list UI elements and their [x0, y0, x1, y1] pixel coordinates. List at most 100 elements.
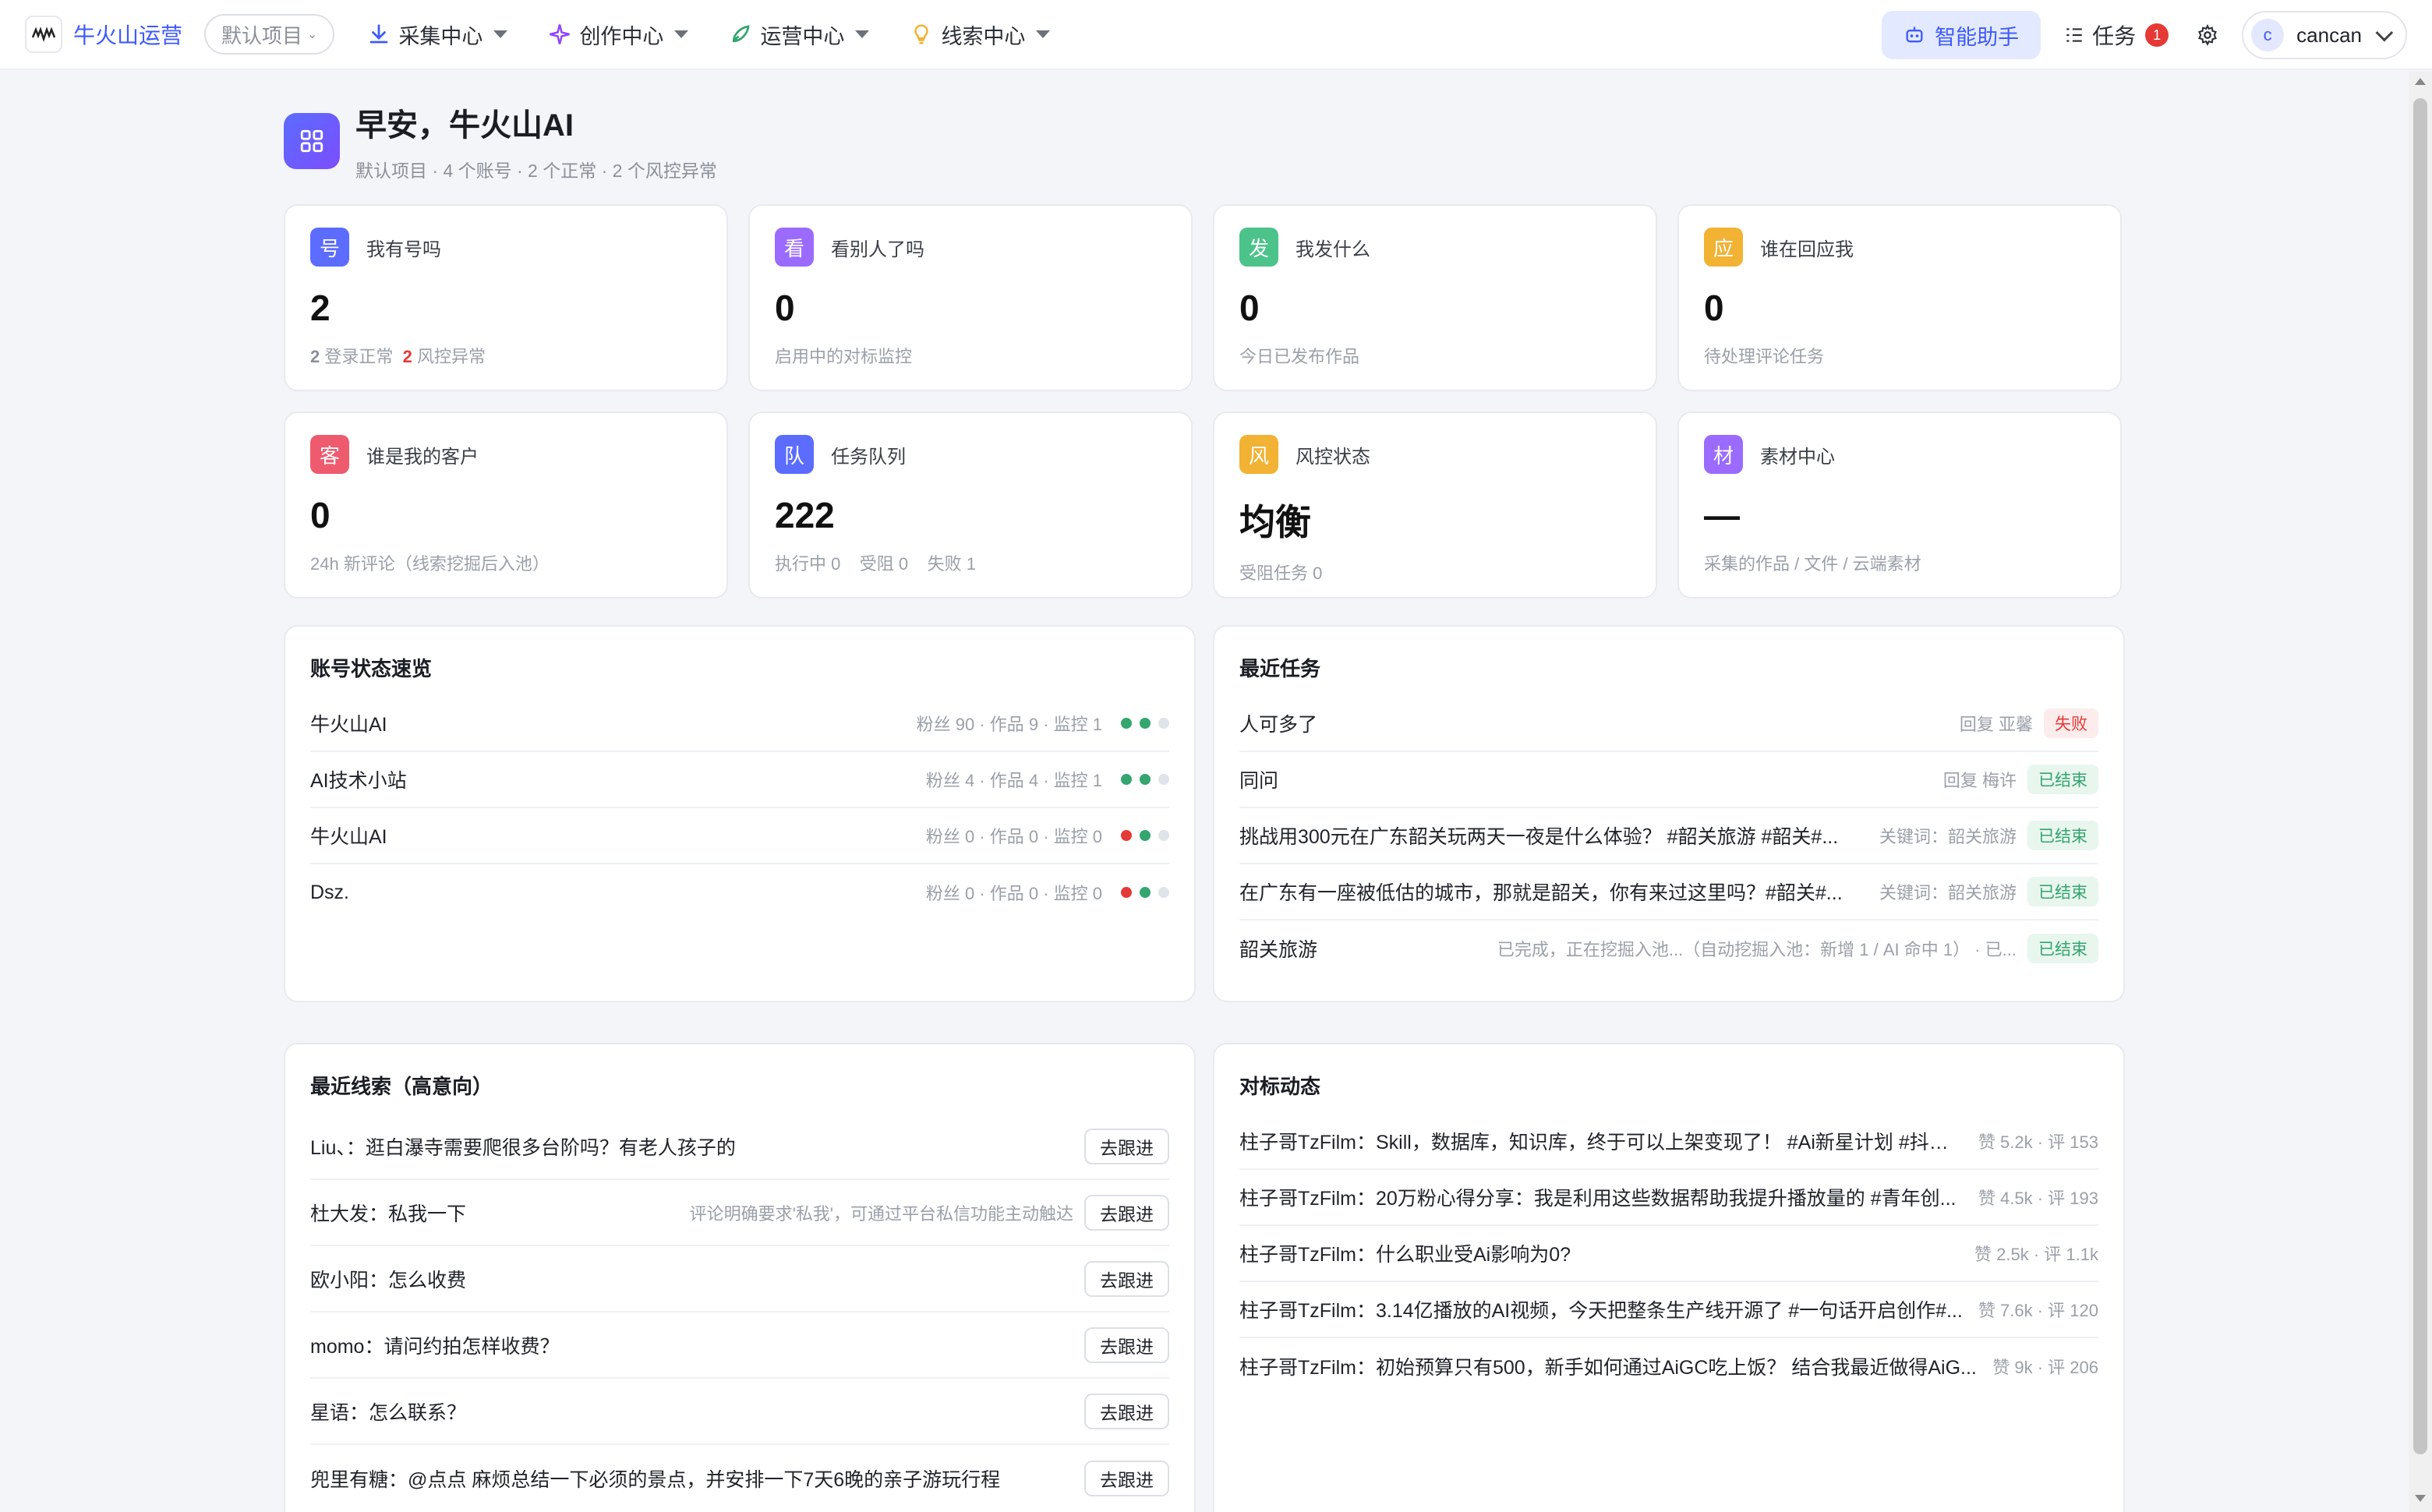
follow-up-button[interactable]: 去跟进	[1084, 1194, 1169, 1231]
task-row[interactable]: 挑战用300元在广东韶关玩两天一夜是什么体验？ #韶关旅游 #韶关#... 关键词…	[1239, 808, 2098, 864]
status-dot-gray	[1158, 718, 1169, 729]
account-name: 牛火山AI	[310, 714, 387, 736]
task-button[interactable]: 任务 1	[2064, 19, 2169, 51]
status-dot-gray	[1158, 830, 1169, 841]
chevron-down-icon	[2375, 23, 2394, 42]
account-row[interactable]: AI技术小站 粉丝 4 · 作品 4 · 监控 1	[310, 752, 1169, 808]
stat-title: 谁是我的客户	[366, 446, 479, 468]
nav-create-center[interactable]: 创作中心	[548, 19, 689, 50]
lead-row[interactable]: Liu、：逛白瀑寺需要爬很多台阶吗？有老人孩子的 去跟进	[310, 1114, 1169, 1180]
follow-up-button[interactable]: 去跟进	[1084, 1128, 1169, 1164]
stat-card-risk-status[interactable]: 风风控状态 均衡 受阻任务 0	[1213, 412, 1657, 599]
follow-up-button[interactable]: 去跟进	[1084, 1260, 1169, 1297]
stat-card-task-queue[interactable]: 队任务队列 222 执行中 0 受阻 0 失败 1	[748, 412, 1193, 599]
status-dot-green	[1140, 774, 1151, 785]
lead-row[interactable]: 星语：怎么联系？ 去跟进	[310, 1379, 1169, 1445]
lead-row[interactable]: 杜大发：私我一下 评论明确要求'私我'，可通过平台私信功能主动触达 去跟进	[310, 1180, 1169, 1246]
benchmark-stats: 赞 5.2k · 评 153	[1978, 1132, 2098, 1152]
stat-title: 任务队列	[831, 446, 906, 468]
nav-operate-center[interactable]: 运营中心	[729, 19, 870, 50]
risk-abnormal-label: 风控异常	[412, 347, 486, 366]
lead-row[interactable]: 兜里有糖：@点点 麻烦总结一下必须的景点，并安排一下7天6晚的亲子游玩行程 去跟进	[310, 1445, 1169, 1511]
download-icon	[370, 24, 388, 44]
stat-icon: 材	[1704, 435, 1743, 474]
task-meta: 已完成，正在挖掘入池...（自动挖掘入池：新增 1 / AI 命中 1） · 已…	[1497, 940, 2017, 959]
stat-card-benchmark[interactable]: 看看别人了吗 0 启用中的对标监控	[748, 204, 1193, 391]
scroll-up-arrow-icon[interactable]	[2415, 78, 2426, 85]
nav-collect-center[interactable]: 采集中心	[367, 19, 508, 50]
follow-up-button[interactable]: 去跟进	[1084, 1327, 1169, 1363]
benchmark-title: 柱子哥TzFilm：20万粉心得分享：我是利用这些数据帮助我提升播放量的 #青年…	[1239, 1188, 1957, 1210]
stat-desc: 执行中 0 受阻 0 失败 1	[775, 554, 976, 574]
lead-text: Liu、：逛白瀑寺需要爬很多台阶吗？有老人孩子的	[310, 1136, 736, 1159]
gear-icon[interactable]	[2197, 24, 2218, 46]
scroll-down-arrow-icon[interactable]	[2415, 1495, 2426, 1502]
lead-text: 杜大发：私我一下	[310, 1203, 467, 1225]
lead-row[interactable]: 欧小阳：怎么收费 去跟进	[310, 1246, 1169, 1312]
account-name: Dsz.	[310, 881, 349, 903]
task-row[interactable]: 韶关旅游 已完成，正在挖掘入池...（自动挖掘入池：新增 1 / AI 命中 1）…	[1239, 920, 2098, 977]
lead-list: Liu、：逛白瀑寺需要爬很多台阶吗？有老人孩子的 去跟进 杜大发：私我一下 评论明确要…	[310, 1114, 1169, 1511]
lead-text: 星语：怎么联系？	[310, 1401, 467, 1424]
status-dot-red	[1121, 887, 1132, 898]
nav-lead-center[interactable]: 线索中心	[910, 19, 1051, 50]
benchmark-title: 柱子哥TzFilm：Skill，数据库，知识库，终于可以上架变现了！ #Ai新星…	[1239, 1132, 1964, 1153]
robot-icon	[1906, 26, 1923, 43]
smart-assistant-button[interactable]: 智能助手	[1882, 11, 2041, 59]
brand-name[interactable]: 牛火山运营	[73, 19, 182, 50]
task-row[interactable]: 人可多了 回复 亚馨 失败	[1239, 696, 2098, 752]
caret-down-icon	[855, 30, 870, 38]
stat-title: 我有号吗	[366, 238, 441, 260]
follow-up-button[interactable]: 去跟进	[1084, 1460, 1169, 1496]
task-meta: 关键词：韶关旅游	[1879, 827, 2017, 846]
account-list: 牛火山AI 粉丝 90 · 作品 9 · 监控 1 AI技术小站 粉丝 4 · 作品 …	[310, 696, 1169, 920]
benchmark-list: 柱子哥TzFilm：Skill，数据库，知识库，终于可以上架变现了！ #Ai新星…	[1239, 1114, 2098, 1394]
account-row[interactable]: 牛火山AI 粉丝 90 · 作品 9 · 监控 1	[310, 696, 1169, 752]
stat-value: 0	[775, 288, 795, 328]
benchmark-row[interactable]: 柱子哥TzFilm：20万粉心得分享：我是利用这些数据帮助我提升播放量的 #青年…	[1239, 1170, 2098, 1226]
stat-card-publish[interactable]: 发我发什么 0 今日已发布作品	[1213, 204, 1657, 391]
task-row[interactable]: 在广东有一座被低估的城市，那就是韶关，你有来过这里吗？#韶关#... 关键词：韶关…	[1239, 864, 2098, 920]
stat-value: 0	[310, 495, 331, 535]
stat-icon: 应	[1704, 228, 1743, 267]
stat-card-responses[interactable]: 应谁在回应我 0 待处理评论任务	[1677, 204, 2122, 391]
benchmark-title: 柱子哥TzFilm：什么职业受Ai影响为0?	[1239, 1244, 1571, 1266]
lead-reason: 评论明确要求'私我'，可通过平台私信功能主动触达	[689, 1203, 1073, 1224]
panel-title: 账号状态速览	[310, 657, 433, 680]
stat-desc: 受阻任务 0	[1239, 563, 1323, 583]
benchmark-stats: 赞 9k · 评 206	[1992, 1358, 2098, 1377]
nav-label: 线索中心	[941, 24, 1026, 48]
benchmark-row[interactable]: 柱子哥TzFilm：3.14亿播放的AI视频，今天把整条生产线开源了 #一句话开…	[1239, 1282, 2098, 1338]
account-row[interactable]: 牛火山AI 粉丝 0 · 作品 0 · 监控 0	[310, 808, 1169, 864]
stat-card-materials[interactable]: 材素材中心 — 采集的作品 / 文件 / 云端素材	[1677, 412, 2122, 599]
project-selector[interactable]: 默认项目 ⌄	[204, 14, 335, 55]
account-row[interactable]: Dsz. 粉丝 0 · 作品 0 · 监控 0	[310, 864, 1169, 920]
recent-tasks-panel: 最近任务 人可多了 回复 亚馨 失败 同问 回复 梅许 已结束 挑战用300元在广东韶关玩两…	[1213, 625, 2125, 1002]
benchmark-row[interactable]: 柱子哥TzFilm：初始预算只有500，新手如何通过AiGC吃上饭？ 结合我最近…	[1239, 1338, 2098, 1394]
lead-row[interactable]: momo：请问约拍怎样收费？ 去跟进	[310, 1312, 1169, 1379]
lead-text: 欧小阳：怎么收费	[310, 1269, 467, 1291]
benchmark-row[interactable]: 柱子哥TzFilm：什么职业受Ai影响为0? 赞 2.5k · 评 1.1k	[1239, 1226, 2098, 1282]
lead-text: momo：请问约拍怎样收费？	[310, 1335, 560, 1358]
stat-title: 我发什么	[1296, 238, 1370, 260]
stat-value: 均衡	[1239, 502, 1311, 542]
project-selector-value: 默认项目	[221, 23, 303, 48]
caret-down-icon	[1036, 30, 1051, 38]
stat-card-customers[interactable]: 客谁是我的客户 0 24h 新评论（线索挖掘后入池）	[284, 412, 728, 599]
page-title: 早安，牛火山AI	[355, 108, 574, 143]
task-meta: 关键词：韶关旅游	[1879, 883, 2017, 903]
account-name: AI技术小站	[310, 770, 407, 792]
scrollbar-thumb[interactable]	[2413, 98, 2427, 1454]
task-row[interactable]: 同问 回复 梅许 已结束	[1239, 752, 2098, 808]
nav-label: 运营中心	[760, 24, 845, 48]
benchmark-stats: 赞 4.5k · 评 193	[1978, 1189, 2098, 1208]
logo-icon[interactable]	[25, 16, 62, 53]
status-dot-green	[1121, 774, 1132, 785]
status-dot-green	[1140, 718, 1151, 729]
user-menu[interactable]: c cancan	[2242, 11, 2407, 59]
follow-up-button[interactable]: 去跟进	[1084, 1393, 1169, 1429]
task-meta: 回复 梅许	[1942, 771, 2017, 790]
stat-card-accounts[interactable]: 号我有号吗 2 2 登录正常 2 风控异常	[284, 204, 728, 391]
benchmark-row[interactable]: 柱子哥TzFilm：Skill，数据库，知识库，终于可以上架变现了！ #Ai新星…	[1239, 1114, 2098, 1170]
account-status-panel: 账号状态速览 牛火山AI 粉丝 90 · 作品 9 · 监控 1 AI技术小站 粉丝 …	[284, 625, 1196, 1002]
